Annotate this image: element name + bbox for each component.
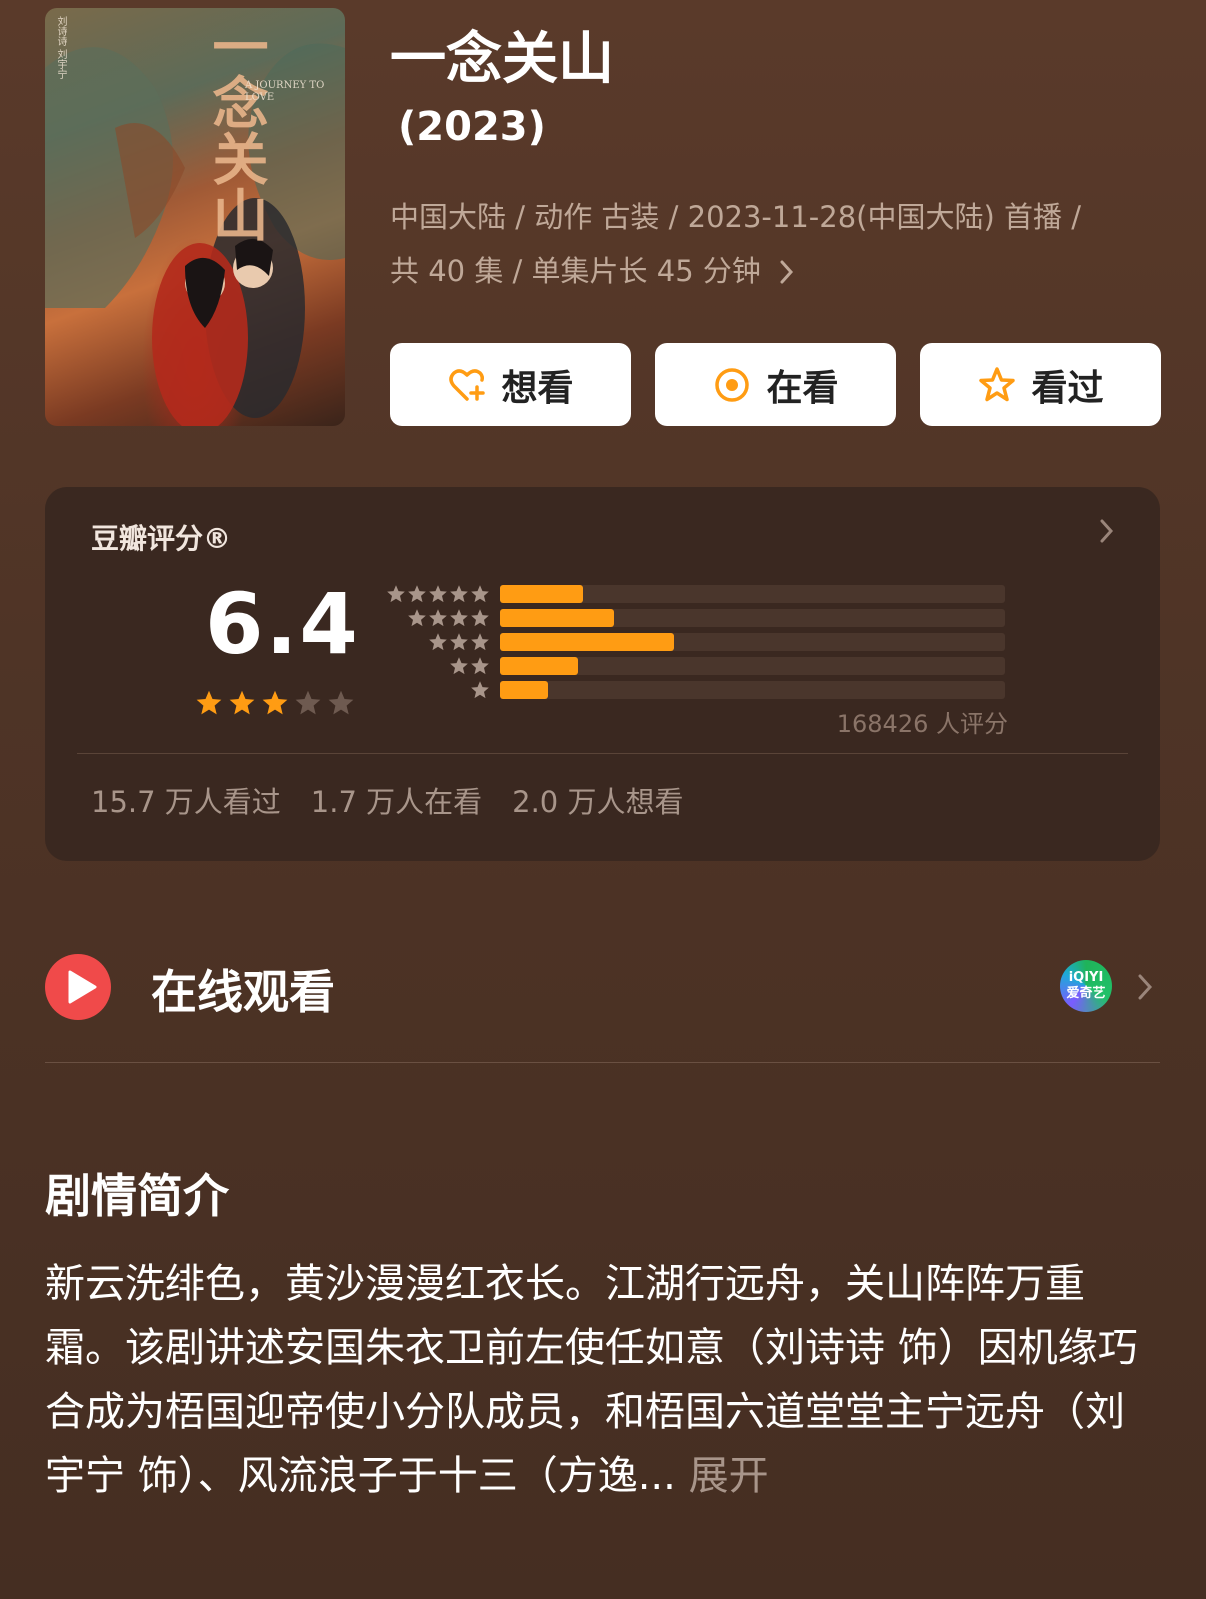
- watched-label: 看过: [1031, 367, 1104, 409]
- distribution-bar-3-star: [500, 633, 1005, 651]
- star-filled-icon: [262, 690, 288, 715]
- star-small-icon: [450, 585, 468, 603]
- distribution-stars: [385, 608, 490, 628]
- watching-button[interactable]: 在看: [655, 343, 896, 426]
- star-small-icon: [450, 609, 468, 627]
- star-filled-icon: [196, 690, 222, 715]
- watch-online-row[interactable]: 在线观看 iQIYI 爱奇艺: [45, 948, 1160, 1028]
- synopsis-body: 新云洗绯色，黄沙漫漫红衣长。江湖行远舟，关山阵阵万重霜。该剧讲述安国朱衣卫前左使…: [45, 1261, 1138, 1499]
- star-small-icon: [450, 633, 468, 651]
- poster-image[interactable]: 刘诗诗 刘宇宁 一念关山 A JOURNEY TO LOVE: [45, 8, 345, 426]
- star-small-icon: [450, 657, 468, 675]
- chevron-right-icon[interactable]: [1096, 515, 1118, 547]
- distribution-stars: [385, 680, 490, 700]
- star-small-icon: [408, 609, 426, 627]
- rating-score: 6.4: [205, 575, 360, 673]
- show-title: 一念关山: [390, 27, 614, 92]
- distribution-fill: [500, 609, 614, 627]
- distribution-bar-4-star: [500, 609, 1005, 627]
- distribution-stars: [385, 584, 490, 604]
- stat-watched: 15.7 万人看过: [91, 785, 281, 819]
- show-meta[interactable]: 中国大陆 / 动作 古装 / 2023-11-28(中国大陆) 首播 / 共 4…: [390, 190, 1170, 298]
- distribution-stars: [385, 656, 490, 676]
- star-small-icon: [429, 585, 447, 603]
- rating-divider: [77, 753, 1128, 754]
- show-year: (2023): [398, 104, 546, 150]
- rating-stats: 15.7 万人看过 1.7 万人在看 2.0 万人想看: [91, 779, 683, 821]
- play-icon: [45, 954, 111, 1020]
- distribution-stars: [385, 632, 490, 652]
- synopsis-text: 新云洗绯色，黄沙漫漫红衣长。江湖行远舟，关山阵阵万重霜。该剧讲述安国朱衣卫前左使…: [45, 1252, 1160, 1508]
- action-buttons: 想看 在看 看过: [390, 343, 1161, 426]
- watching-label: 在看: [766, 367, 839, 409]
- star-small-icon: [471, 585, 489, 603]
- synopsis-title: 剧情简介: [45, 1169, 229, 1223]
- chevron-right-icon: [780, 260, 794, 284]
- star-filled-icon: [229, 690, 255, 715]
- distribution-bar-2-star: [500, 657, 1005, 675]
- rating-count: 168426 人评分: [836, 710, 1008, 738]
- star-small-icon: [471, 657, 489, 675]
- star-small-icon: [387, 585, 405, 603]
- want-to-watch-label: 想看: [501, 367, 574, 409]
- expand-link[interactable]: 展开: [689, 1453, 769, 1499]
- star-small-icon: [429, 609, 447, 627]
- rating-card[interactable]: 豆瓣评分® 6.4 168426 人评分 15.7 万人看过 1.7 万人在看 …: [45, 487, 1160, 861]
- stat-watching: 1.7 万人在看: [310, 785, 483, 819]
- distribution-bar-5-star: [500, 585, 1005, 603]
- section-divider: [45, 1062, 1160, 1063]
- distribution-fill: [500, 585, 583, 603]
- poster-title-art: 一念关山: [203, 18, 269, 242]
- chevron-right-icon[interactable]: [1134, 970, 1156, 1004]
- distribution-fill: [500, 657, 578, 675]
- distribution-bar-1-star: [500, 681, 1005, 699]
- star-outline-icon: [979, 366, 1016, 401]
- star-small-icon: [471, 633, 489, 651]
- distribution-fill: [500, 633, 674, 651]
- watch-online-label: 在线观看: [151, 965, 335, 1019]
- heart-plus-icon: [449, 368, 486, 401]
- stat-want: 2.0 万人想看: [512, 785, 684, 819]
- poster-subtitle: A JOURNEY TO LOVE: [245, 80, 325, 103]
- star-small-icon: [471, 681, 489, 699]
- target-icon: [715, 367, 750, 402]
- meta-line-2: 共 40 集 / 单集片长 45 分钟: [390, 244, 1170, 298]
- poster-credit: 刘诗诗 刘宇宁: [55, 16, 66, 80]
- star-empty-icon: [295, 690, 321, 715]
- rating-header: 豆瓣评分®: [91, 522, 232, 555]
- star-empty-icon: [328, 690, 354, 715]
- star-small-icon: [408, 585, 426, 603]
- want-to-watch-button[interactable]: 想看: [390, 343, 631, 426]
- iqiyi-logo-icon: iQIYI 爱奇艺: [1060, 960, 1112, 1012]
- star-small-icon: [429, 633, 447, 651]
- rating-stars: [195, 689, 355, 717]
- distribution-fill: [500, 681, 548, 699]
- star-small-icon: [471, 609, 489, 627]
- watched-button[interactable]: 看过: [920, 343, 1161, 426]
- meta-line-1: 中国大陆 / 动作 古装 / 2023-11-28(中国大陆) 首播 /: [390, 200, 1082, 234]
